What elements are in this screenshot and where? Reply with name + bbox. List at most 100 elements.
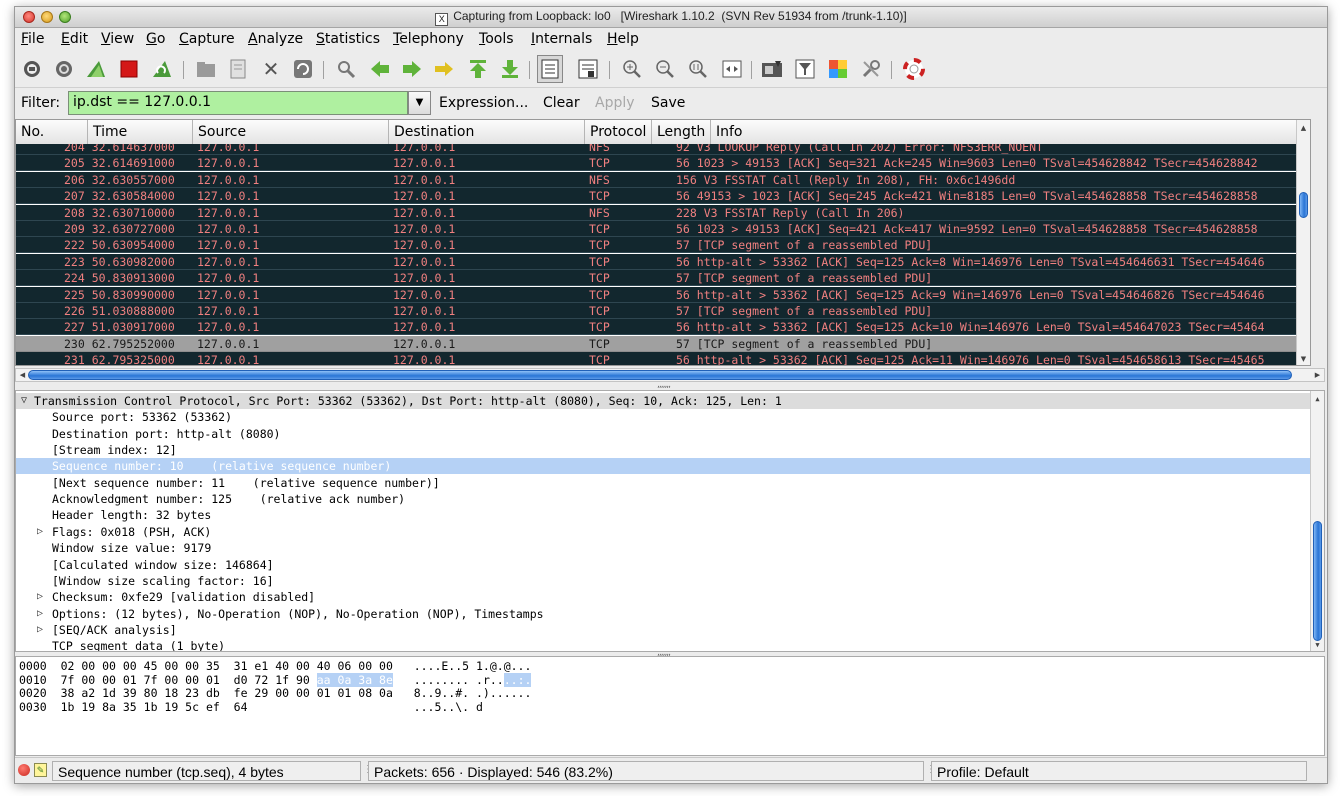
close-file-icon[interactable]: ✕ (260, 57, 282, 81)
hex-row[interactable]: 0010 7f 00 00 01 7f 00 00 01 d0 72 1f 90… (19, 672, 532, 687)
detail-row-selected[interactable]: Sequence number: 10 (relative sequence n… (16, 458, 1310, 475)
packet-row[interactable]: 227 51.030917000 127.0.0.1 127.0.0.1 TCP 56… (16, 319, 1310, 336)
resize-columns-icon[interactable] (721, 58, 743, 80)
pane-splitter-grip-icon[interactable]: ,,,,,,, (657, 380, 671, 390)
detail-row[interactable]: Acknowledgment number: 125 (relative ack… (16, 491, 1310, 507)
packet-row[interactable]: 207 32.630584000 127.0.0.1 127.0.0.1 TCP 56… (16, 188, 1310, 205)
interface-list-icon[interactable] (21, 58, 43, 80)
detail-row[interactable]: ▷ Flags: 0x018 (PSH, ACK) (16, 524, 1310, 540)
find-packet-icon[interactable] (335, 58, 357, 80)
start-capture-icon[interactable] (85, 58, 107, 80)
display-filter-input[interactable]: ip.dst == 127.0.0.1 (68, 91, 408, 115)
detail-row[interactable]: ▽ Transmission Control Protocol, Src Port… (16, 393, 1310, 409)
filter-dropdown-button[interactable]: ▼ (408, 91, 431, 115)
menu-internals[interactable]: Internals (531, 31, 592, 47)
hex-row[interactable]: 0020 38 a2 1d 39 80 18 23 db fe 29 00 00… (19, 686, 531, 700)
packet-bytes-pane[interactable]: 0000 02 00 00 00 45 00 00 35 31 e1 40 00… (15, 656, 1325, 756)
menu-capture[interactable]: Capture (179, 31, 235, 47)
expert-info-icon[interactable] (18, 764, 30, 776)
column-header-info[interactable]: Info (711, 120, 1299, 144)
packet-list-hscroll-thumb[interactable] (28, 370, 1292, 380)
expand-triangle-icon[interactable]: ▷ (34, 524, 46, 540)
zoom-out-icon[interactable] (654, 58, 676, 80)
packet-list-scroll-thumb[interactable] (1299, 192, 1308, 218)
preferences-icon[interactable] (860, 58, 882, 80)
last-packet-icon[interactable] (499, 58, 521, 80)
packet-row[interactable]: 224 50.830913000 127.0.0.1 127.0.0.1 TCP 57… (16, 270, 1310, 287)
auto-scroll-icon[interactable] (577, 58, 599, 80)
capture-filters-icon[interactable] (761, 58, 783, 80)
details-scrollbar[interactable]: ▲ ▼ (1310, 391, 1324, 651)
column-header-source[interactable]: Source (193, 120, 389, 144)
save-file-icon[interactable] (227, 58, 249, 80)
detail-row[interactable]: ▷ Checksum: 0xfe29 [validation disabled] (16, 589, 1310, 605)
packet-row[interactable]: 225 50.830990000 127.0.0.1 127.0.0.1 TCP 56… (16, 286, 1310, 303)
capture-options-icon[interactable] (53, 58, 75, 80)
column-header-length[interactable]: Length (652, 120, 711, 144)
go-to-packet-icon[interactable] (433, 58, 455, 80)
packet-list-scrollbar[interactable]: ▲ ▼ (1296, 120, 1310, 365)
detail-row[interactable]: Destination port: http-alt (8080) (16, 426, 1310, 442)
packet-row[interactable]: 205 32.614691000 127.0.0.1 127.0.0.1 TCP 56… (16, 155, 1310, 172)
expression-button[interactable]: Expression... (439, 95, 528, 111)
stop-capture-icon[interactable] (118, 58, 140, 80)
details-scroll-thumb[interactable] (1313, 521, 1322, 641)
first-packet-icon[interactable] (467, 58, 489, 80)
menu-tools[interactable]: Tools (479, 31, 514, 47)
detail-row[interactable]: [Stream index: 12] (16, 442, 1310, 458)
menu-go[interactable]: Go (146, 31, 165, 47)
details-scroll-up-icon[interactable]: ▲ (1311, 393, 1324, 405)
save-filter-button[interactable]: Save (651, 95, 685, 111)
menu-analyze[interactable]: Analyze (248, 31, 303, 47)
expand-triangle-icon[interactable]: ▷ (34, 589, 46, 605)
clear-button[interactable]: Clear (543, 95, 580, 111)
zoom-in-icon[interactable] (621, 58, 643, 80)
menu-edit[interactable]: Edit (61, 31, 88, 47)
status-profile[interactable]: Profile: Default (931, 761, 1307, 781)
normal-size-icon[interactable] (687, 58, 709, 80)
expand-triangle-icon[interactable]: ▷ (34, 622, 46, 638)
hex-row[interactable]: 0000 02 00 00 00 45 00 00 35 31 e1 40 00… (19, 659, 531, 673)
detail-row[interactable]: Window size value: 9179 (16, 540, 1310, 556)
packet-row[interactable]: 222 50.630954000 127.0.0.1 127.0.0.1 TCP 57… (16, 237, 1310, 254)
reload-icon[interactable] (292, 58, 314, 80)
scroll-down-arrow-icon[interactable]: ▼ (1297, 353, 1310, 365)
detail-row[interactable]: [Next sequence number: 11 (relative sequ… (16, 475, 1310, 491)
packet-details-tree[interactable]: ▽ Transmission Control Protocol, Src Port… (15, 390, 1325, 652)
display-filters-icon[interactable] (794, 58, 816, 80)
details-scroll-down-icon[interactable]: ▼ (1311, 639, 1324, 651)
packet-row[interactable]: 206 32.630557000 127.0.0.1 127.0.0.1 NFS 156… (16, 171, 1310, 188)
hex-row[interactable]: 0030 1b 19 8a 35 1b 19 5c ef 64 ...5..\.… (19, 700, 483, 714)
column-header-time[interactable]: Time (88, 120, 193, 144)
menu-statistics[interactable]: Statistics (316, 31, 380, 47)
packet-row[interactable]: 209 32.630727000 127.0.0.1 127.0.0.1 TCP 56… (16, 221, 1310, 237)
detail-row[interactable]: ▷ Options: (12 bytes), No-Operation (NOP)… (16, 606, 1310, 622)
menu-help[interactable]: Help (607, 31, 639, 47)
packet-row[interactable]: 226 51.030888000 127.0.0.1 127.0.0.1 TCP 57… (16, 303, 1310, 319)
expand-triangle-icon[interactable]: ▷ (34, 606, 46, 622)
detail-row[interactable]: Source port: 53362 (53362) (16, 409, 1310, 425)
column-header-no[interactable]: No. (16, 120, 88, 144)
coloring-rules-icon[interactable] (827, 58, 849, 80)
packet-row[interactable]: 230 62.795252000 127.0.0.1 127.0.0.1 TCP 57… (16, 335, 1310, 352)
capture-comment-icon[interactable]: ✎ (34, 763, 47, 777)
menu-telephony[interactable]: Telephony (393, 31, 464, 47)
detail-row[interactable]: [Calculated window size: 146864] (16, 557, 1310, 573)
scroll-up-arrow-icon[interactable]: ▲ (1297, 122, 1310, 134)
help-icon[interactable] (903, 58, 925, 80)
packet-row[interactable]: 223 50.630982000 127.0.0.1 127.0.0.1 TCP 56… (16, 253, 1310, 270)
packet-row[interactable]: 208 32.630710000 127.0.0.1 127.0.0.1 NFS 228… (16, 204, 1310, 221)
apply-button[interactable]: Apply (595, 95, 635, 111)
detail-row[interactable]: Header length: 32 bytes (16, 507, 1310, 523)
column-header-destination[interactable]: Destination (389, 120, 585, 144)
detail-row[interactable]: [Window size scaling factor: 16] (16, 573, 1310, 589)
restart-capture-icon[interactable] (151, 58, 173, 80)
go-back-icon[interactable] (369, 58, 391, 80)
detail-row[interactable]: ▷ [SEQ/ACK analysis] (16, 622, 1310, 638)
packet-row[interactable]: 231 62.795325000 127.0.0.1 127.0.0.1 TCP 56… (16, 352, 1310, 365)
collapse-triangle-icon[interactable]: ▽ (18, 393, 30, 409)
colorize-icon[interactable] (537, 55, 563, 83)
column-header-protocol[interactable]: Protocol (585, 120, 652, 144)
menu-file[interactable]: File (21, 31, 44, 47)
go-forward-icon[interactable] (401, 58, 423, 80)
